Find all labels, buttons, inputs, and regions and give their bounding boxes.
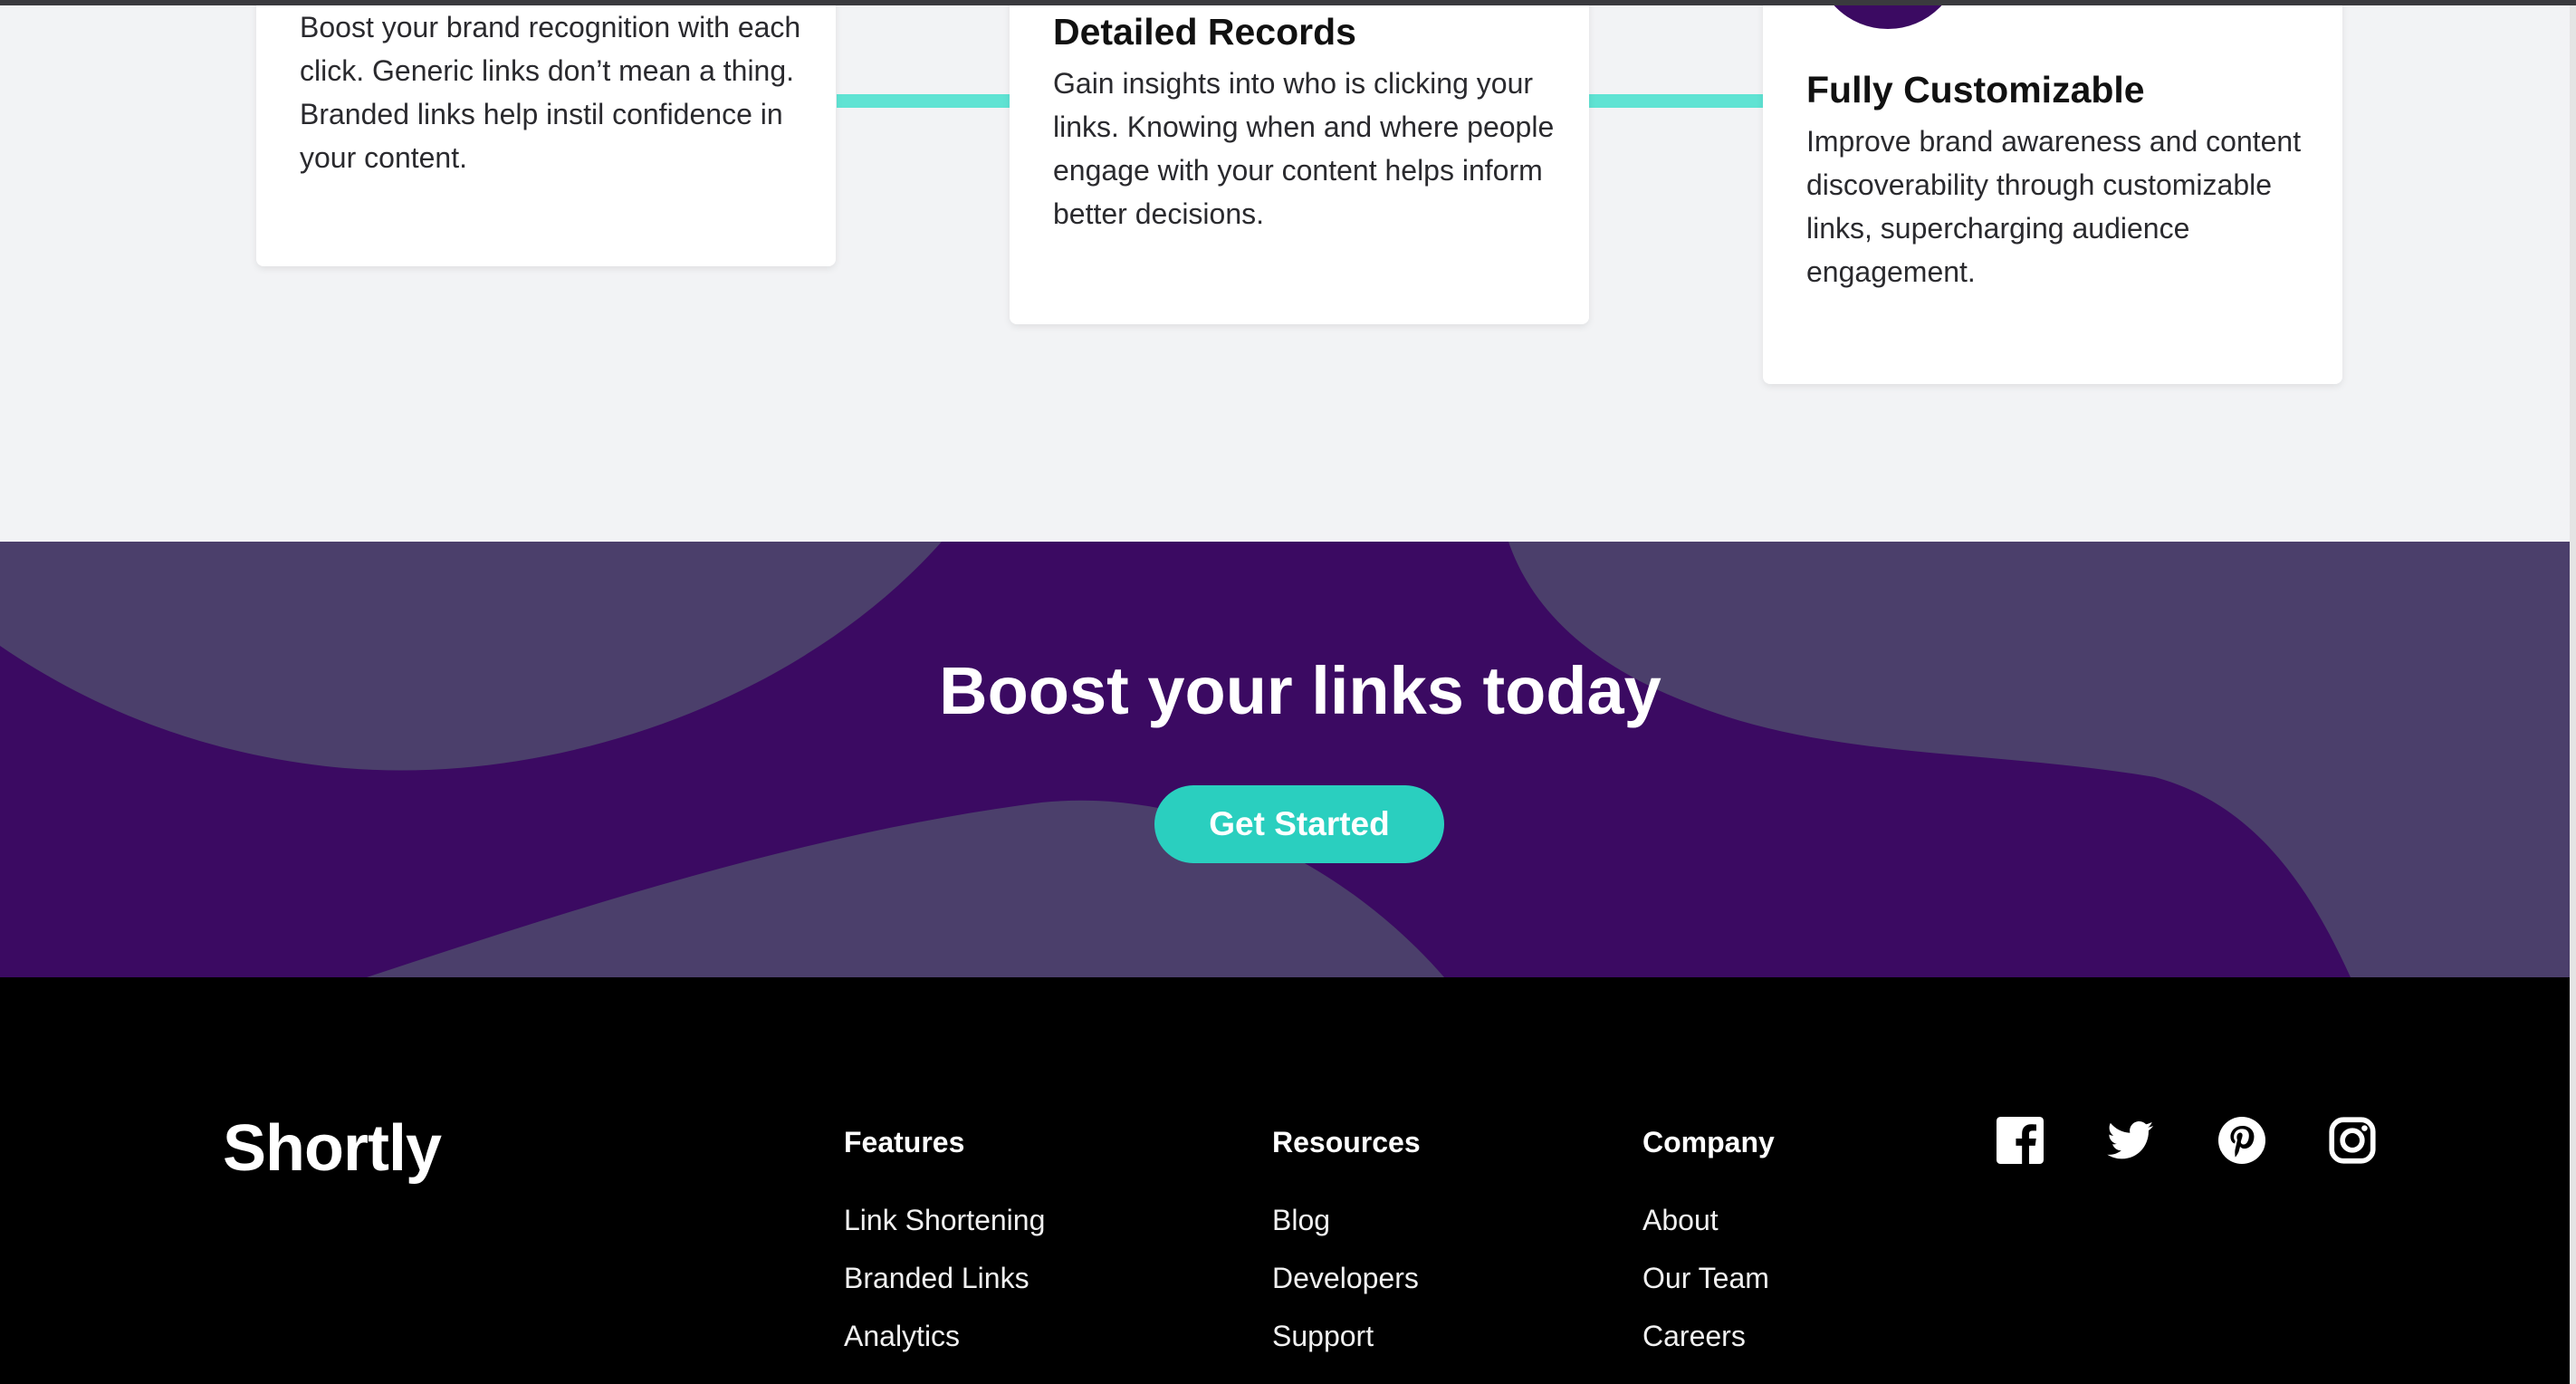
feature-card-brand-recognition: Boost your brand recognition with each c… <box>256 5 836 266</box>
facebook-icon[interactable] <box>1997 1117 2044 1164</box>
footer-link-blog[interactable]: Blog <box>1272 1204 1330 1237</box>
footer-link-developers[interactable]: Developers <box>1272 1262 1419 1295</box>
footer-link-branded-links[interactable]: Branded Links <box>844 1262 1029 1295</box>
footer-heading: Company <box>1642 1126 1775 1158</box>
cta-wave-background <box>0 542 2576 977</box>
footer-link-careers[interactable]: Careers <box>1642 1320 1746 1353</box>
feature-icon-badge <box>1815 5 1961 29</box>
page-scrollbar[interactable] <box>2570 5 2576 1384</box>
card-connector-left <box>837 94 1010 108</box>
feature-card-title: Detailed Records <box>1053 11 1356 53</box>
footer-logo[interactable]: Shortly <box>223 1111 442 1186</box>
footer-link-support[interactable]: Support <box>1272 1320 1374 1353</box>
get-started-button[interactable]: Get Started <box>1154 785 1444 863</box>
footer-heading: Features <box>844 1126 965 1158</box>
footer-link-our-team[interactable]: Our Team <box>1642 1262 1769 1295</box>
feature-card-text: Gain insights into who is clicking your … <box>1053 67 1555 230</box>
card-connector-right <box>1589 94 1763 108</box>
feature-card-text: Boost your brand recognition with each c… <box>300 11 801 174</box>
statistics-section: Boost your brand recognition with each c… <box>0 5 2576 542</box>
site-footer: Shortly Features Link Shortening Branded… <box>0 977 2576 1384</box>
feature-card-title: Fully Customizable <box>1806 69 2145 111</box>
footer-link-link-shortening[interactable]: Link Shortening <box>844 1204 1045 1237</box>
footer-link-analytics[interactable]: Analytics <box>844 1320 960 1353</box>
pinterest-icon[interactable] <box>2218 1117 2265 1164</box>
cta-heading: Boost your links today <box>939 653 1661 728</box>
feature-card-fully-customizable: Fully Customizable Improve brand awarene… <box>1763 5 2342 384</box>
instagram-icon[interactable] <box>2329 1117 2376 1164</box>
footer-heading: Resources <box>1272 1126 1421 1158</box>
boost-cta-section: Boost your links today Get Started <box>0 542 2576 977</box>
feature-card-text: Improve brand awareness and content disc… <box>1806 125 2302 288</box>
twitter-icon[interactable] <box>2107 1117 2154 1164</box>
footer-link-about[interactable]: About <box>1642 1204 1719 1237</box>
feature-card-detailed-records: Detailed Records Gain insights into who … <box>1010 5 1589 324</box>
